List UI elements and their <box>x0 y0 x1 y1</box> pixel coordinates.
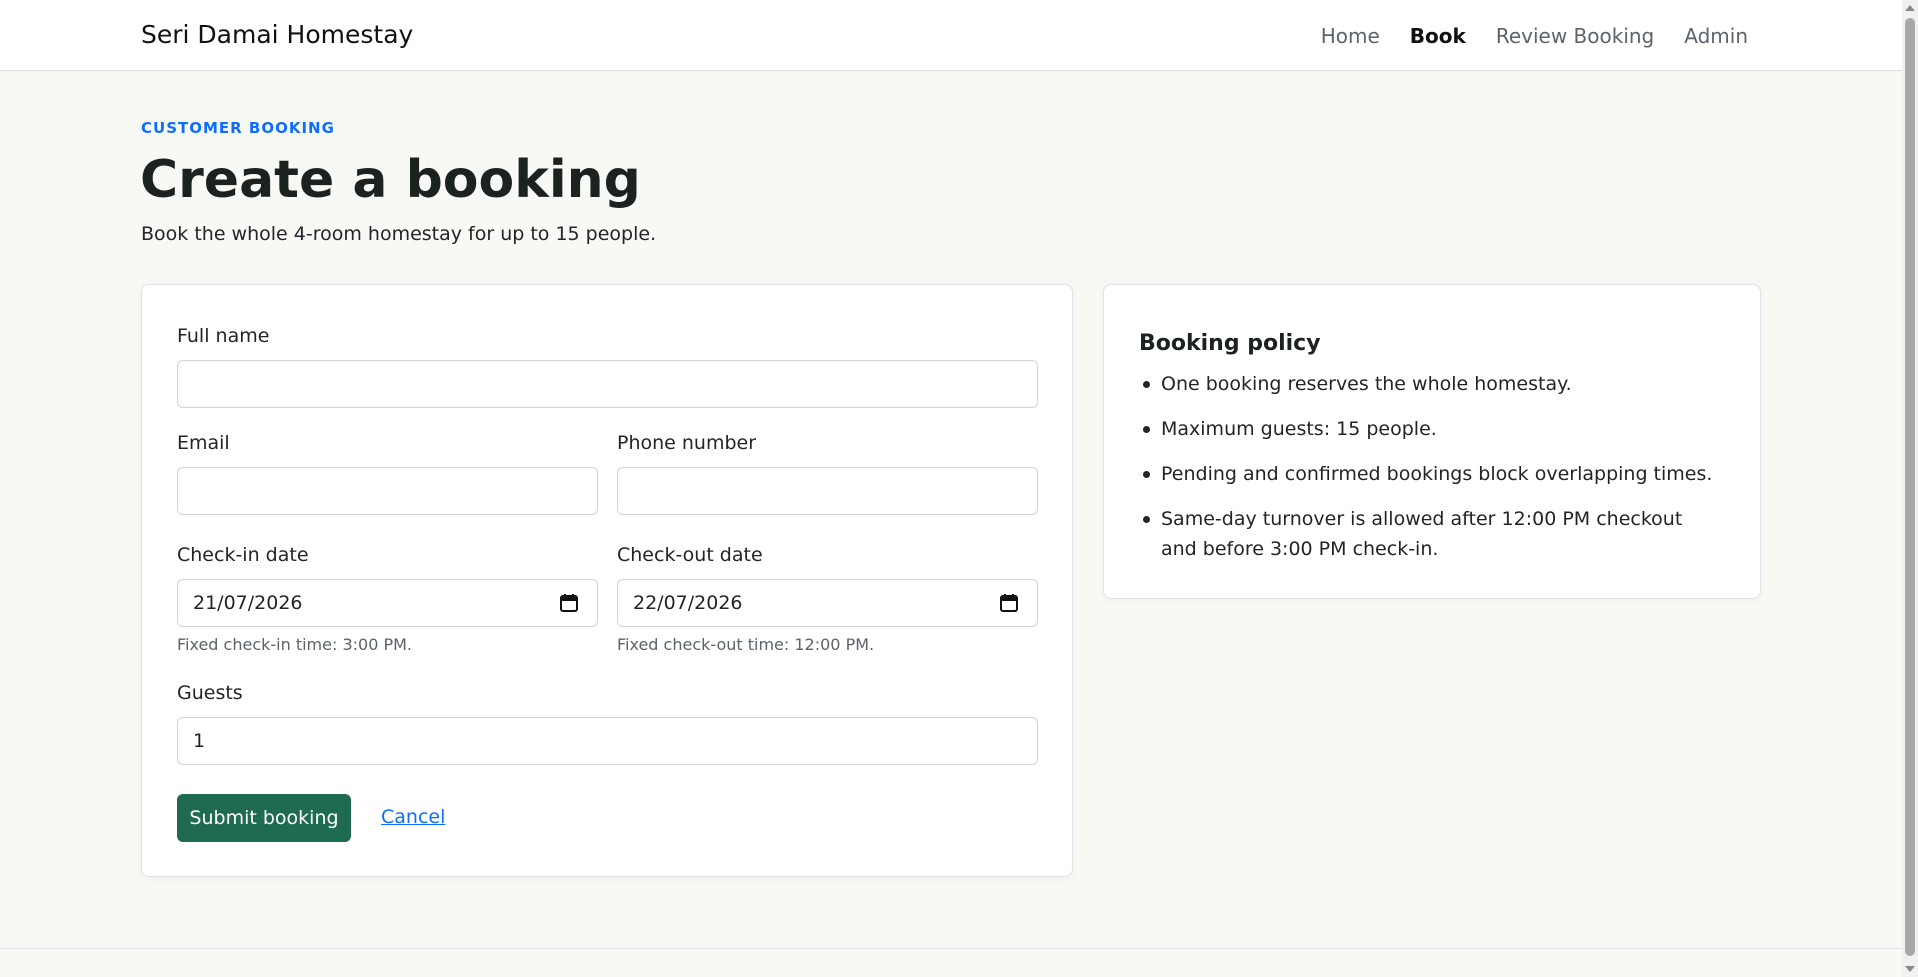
page: Seri Damai Homestay Home Book Review Boo… <box>0 0 1902 977</box>
checkin-date-input[interactable]: 21/07/2026 <box>177 579 598 627</box>
phone-input[interactable] <box>617 467 1038 515</box>
checkin-label: Check-in date <box>177 544 309 566</box>
calendar-icon[interactable] <box>999 593 1019 613</box>
scroll-down-arrow-icon[interactable] <box>1902 961 1918 977</box>
checkout-label: Check-out date <box>617 544 763 566</box>
guests-label: Guests <box>177 682 243 704</box>
nav-link-book[interactable]: Book <box>1410 24 1466 48</box>
email-label: Email <box>177 432 230 454</box>
submit-booking-button[interactable]: Submit booking <box>177 794 351 842</box>
guests-input[interactable] <box>177 717 1038 765</box>
policy-item: Pending and confirmed bookings block ove… <box>1139 459 1719 489</box>
page-subtitle: Book the whole 4-room homestay for up to… <box>141 223 657 245</box>
policy-item: Same-day turnover is allowed after 12:00… <box>1139 504 1719 564</box>
policy-item: Maximum guests: 15 people. <box>1139 414 1719 444</box>
checkin-hint: Fixed check-in time: 3:00 PM. <box>177 635 413 654</box>
nav-link-admin[interactable]: Admin <box>1684 24 1748 48</box>
checkout-date-input[interactable]: 22/07/2026 <box>617 579 1038 627</box>
checkout-date-value: 22/07/2026 <box>633 592 743 614</box>
brand-logo[interactable]: Seri Damai Homestay <box>141 20 413 49</box>
footer-divider <box>0 948 1902 949</box>
nav-link-home[interactable]: Home <box>1321 24 1380 48</box>
booking-policy-card: Booking policy One booking reserves the … <box>1103 284 1761 599</box>
policy-title: Booking policy <box>1139 331 1321 356</box>
scroll-up-arrow-icon[interactable] <box>1902 0 1918 16</box>
booking-form-card: Full name Email Phone number Check-in da… <box>141 284 1073 877</box>
email-input[interactable] <box>177 467 598 515</box>
nav-link-review-booking[interactable]: Review Booking <box>1496 24 1654 48</box>
full-name-input[interactable] <box>177 360 1038 408</box>
full-name-label: Full name <box>177 325 270 347</box>
scrollbar-thumb[interactable] <box>1905 18 1915 956</box>
policy-list: One booking reserves the whole homestay.… <box>1139 369 1719 579</box>
policy-item: One booking reserves the whole homestay. <box>1139 369 1719 399</box>
navbar: Seri Damai Homestay Home Book Review Boo… <box>0 0 1902 71</box>
scrollbar[interactable] <box>1902 0 1918 977</box>
checkout-hint: Fixed check-out time: 12:00 PM. <box>617 635 875 654</box>
checkin-date-value: 21/07/2026 <box>193 592 303 614</box>
page-eyebrow: CUSTOMER BOOKING <box>141 119 335 137</box>
cancel-link[interactable]: Cancel <box>381 806 445 828</box>
nav-links: Home Book Review Booking Admin <box>1321 24 1748 48</box>
phone-label: Phone number <box>617 432 757 454</box>
page-title: Create a booking <box>140 150 641 210</box>
calendar-icon[interactable] <box>559 593 579 613</box>
